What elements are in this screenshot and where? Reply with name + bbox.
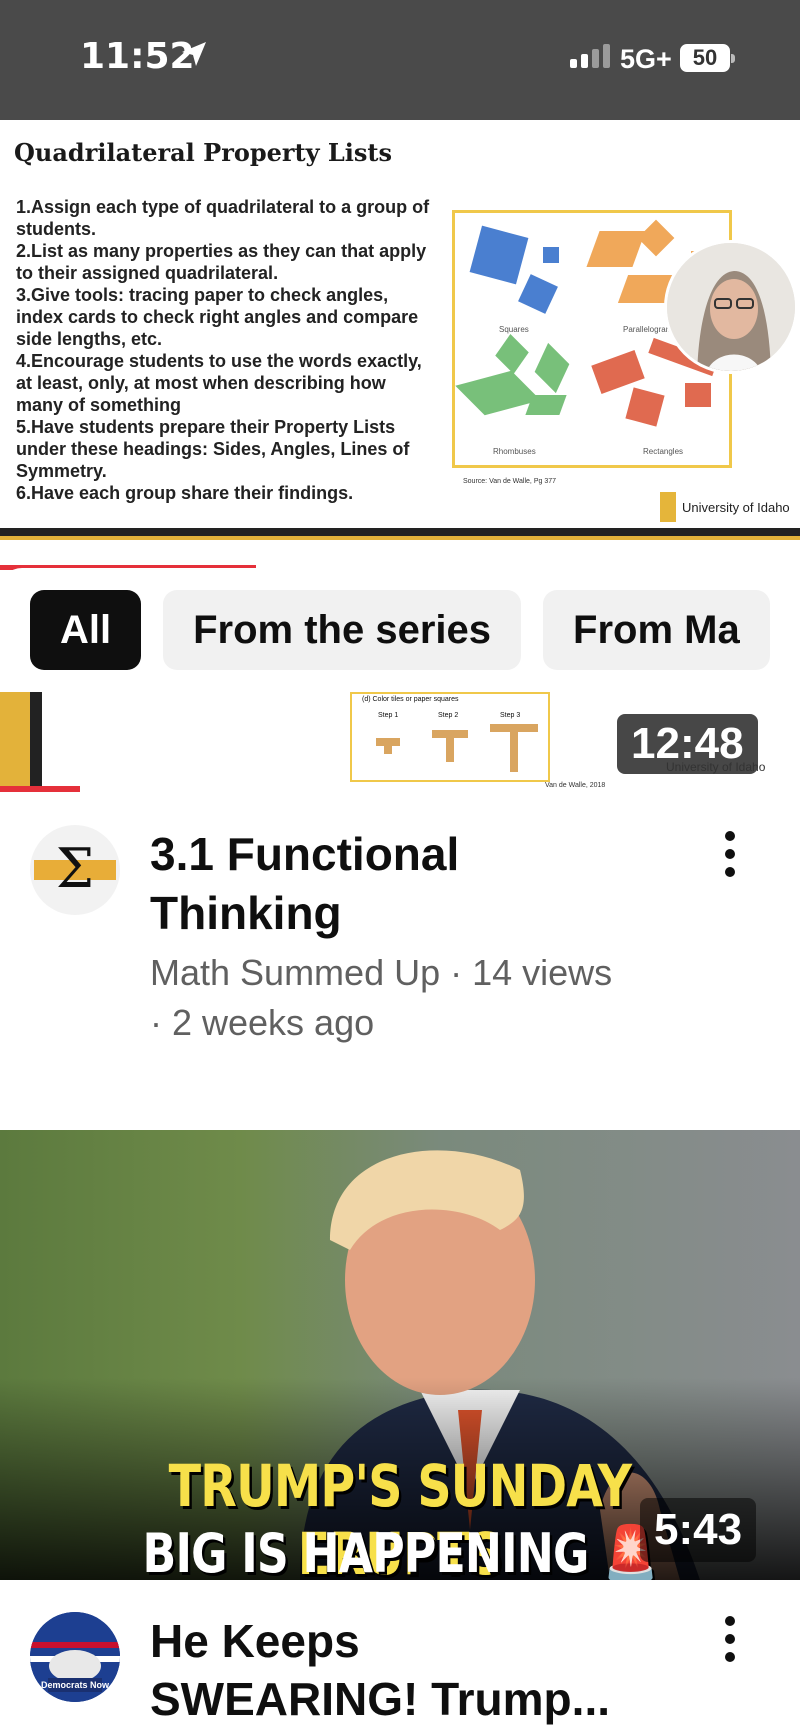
slide-item: 6.Have each group share their findings. xyxy=(16,483,354,503)
slide-title: Quadrilateral Property Lists xyxy=(14,138,393,167)
chip-from-series[interactable]: From the series xyxy=(163,590,522,670)
channel-avatar[interactable]: Σ xyxy=(30,825,120,915)
more-options-icon[interactable] xyxy=(718,831,742,877)
presenter-webcam xyxy=(664,240,798,374)
channel-badge-text: Democrats Now xyxy=(40,1680,110,1690)
slide-item: 4.Encourage students to use the words ex… xyxy=(16,351,422,415)
video-duration: 5:43 xyxy=(640,1498,757,1562)
video-title[interactable]: Thinking xyxy=(150,884,342,942)
signal-icon xyxy=(570,44,610,68)
video-player[interactable]: Quadrilateral Property Lists 1.Assign ea… xyxy=(0,120,800,540)
slide-item: 2.List as many properties as they can th… xyxy=(16,241,427,283)
network-type: 5G+ xyxy=(620,44,672,74)
slide-list: 1.Assign each type of quadrilateral to a… xyxy=(16,196,436,504)
battery-icon: 50 xyxy=(680,44,735,72)
video-meta: Math Summed Up · 14 views xyxy=(150,952,613,993)
clock: 11:52 xyxy=(80,36,195,77)
video-title[interactable]: SWEARING! Trump... xyxy=(150,1670,610,1728)
thumbnail-headline: BIG IS HAPPENING 🚨 xyxy=(142,1522,659,1580)
location-arrow-icon xyxy=(182,42,206,66)
filter-chips: All From the series From Ma xyxy=(30,590,770,670)
university-logo: University of Idaho xyxy=(660,492,790,522)
status-bar: 11:52 5G+ 50 xyxy=(0,0,800,120)
watched-progress xyxy=(0,786,80,792)
slide-footer-band xyxy=(0,528,800,540)
video-meta: · 2 weeks ago xyxy=(150,1002,375,1043)
video-title[interactable]: 3.1 Functional xyxy=(150,825,459,883)
figure-caption: Rectangles xyxy=(643,447,684,456)
channel-avatar[interactable]: Democrats Now xyxy=(30,1612,120,1702)
slide-item: 1.Assign each type of quadrilateral to a… xyxy=(16,197,430,239)
figure-caption: Squares xyxy=(499,325,529,334)
figure-caption: Rhombuses xyxy=(493,447,536,456)
chip-all[interactable]: All xyxy=(30,590,142,670)
thumbnail-figure: (d) Color tiles or paper squares Step 1 … xyxy=(350,692,550,782)
thumbnail-watermark: University of Idaho xyxy=(666,760,766,774)
more-options-icon[interactable] xyxy=(718,1616,742,1662)
slide-item: 3.Give tools: tracing paper to check ang… xyxy=(16,285,419,349)
chip-from-channel[interactable]: From Ma xyxy=(543,590,770,670)
video-title[interactable]: He Keeps xyxy=(150,1612,360,1670)
slide-source: Source: Van de Walle, Pg 377 xyxy=(463,478,556,485)
thumbnail-credit: Van de Walle, 2018 xyxy=(545,782,606,789)
slide-item: 5.Have students prepare their Property L… xyxy=(16,417,410,481)
